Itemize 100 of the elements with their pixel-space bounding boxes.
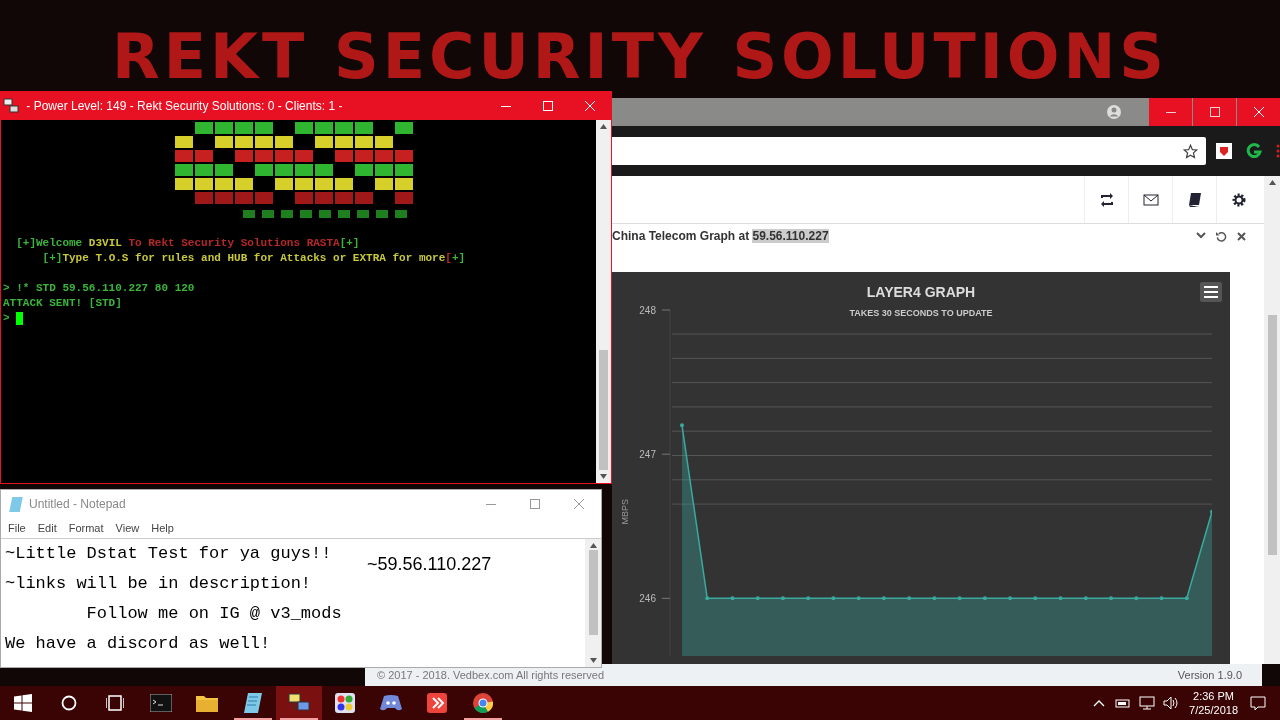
- app-grid-icon: [335, 693, 355, 713]
- y-tick: 247: [639, 449, 671, 461]
- data-point: [1083, 596, 1088, 601]
- y-tick: 248: [639, 305, 671, 316]
- close-icon: [585, 101, 595, 111]
- panel-title: China Telecom Graph at 59.56.110.227: [612, 228, 829, 245]
- data-point: [881, 596, 886, 601]
- y-tick: 246: [639, 593, 671, 605]
- clock-time: 2:36 PM: [1193, 689, 1234, 703]
- floating-text: ~59.56.110.227: [367, 553, 492, 576]
- refresh-icon[interactable]: [1216, 230, 1227, 242]
- data-point: [1159, 596, 1164, 601]
- scrollbar-thumb[interactable]: [588, 550, 598, 635]
- data-point: [831, 596, 836, 601]
- copyright-text: © 2017 - 2018. Vedbex.com All rights reserved: [377, 667, 604, 683]
- data-point: [957, 596, 962, 601]
- wallpaper-title: REKT SECURITY SOLUTIONS: [111, 22, 1169, 92]
- computers-icon: [288, 693, 310, 713]
- scroll-up-icon[interactable]: [589, 543, 597, 548]
- windows-logo-icon: [14, 694, 32, 712]
- data-point: [1134, 596, 1139, 601]
- volume-icon[interactable]: [1163, 696, 1180, 710]
- chart-menu-button[interactable]: [1200, 282, 1222, 302]
- data-point: [806, 596, 811, 601]
- bookmark-star-icon: [1183, 143, 1198, 159]
- data-point: [680, 423, 684, 428]
- console-text: [+]Welcome: [15, 236, 84, 251]
- scroll-down-icon[interactable]: [600, 474, 607, 479]
- close-icon: [574, 499, 584, 509]
- chart-title: LAYER4 GRAPH: [866, 283, 976, 302]
- mail-icon: [1142, 191, 1159, 208]
- caret-up-icon[interactable]: [1093, 699, 1106, 707]
- window-title: - Power Level: 149 - Rekt Security Solutions: 0 - Clients: 1 -: [25, 98, 344, 115]
- y-tick-label: 246: [639, 593, 657, 605]
- data-point: [1109, 596, 1114, 601]
- computers-icon: [3, 98, 19, 114]
- shield-extension-icon: [1216, 143, 1232, 159]
- terminal-icon: [150, 694, 172, 712]
- menu-icon: [1276, 144, 1280, 158]
- profile-icon: [1107, 105, 1121, 119]
- console-text: D3VIL: [88, 236, 123, 251]
- scrollbar-thumb[interactable]: [599, 350, 608, 470]
- data-point: [907, 596, 912, 601]
- task-view-icon: [106, 695, 124, 711]
- browser-icon: [473, 693, 493, 713]
- close-icon[interactable]: [1237, 231, 1246, 241]
- data-point: [780, 596, 785, 601]
- close-icon: [1253, 107, 1264, 117]
- menu-item[interactable]: Format: [68, 519, 104, 537]
- menu-item[interactable]: Help: [151, 519, 174, 537]
- console-text: > !* STD 59.56.110.227 80 120: [3, 281, 195, 296]
- network-icon[interactable]: [1139, 696, 1156, 710]
- grammar-extension-icon: [1246, 143, 1262, 159]
- data-point: [856, 596, 861, 601]
- console-text: To Rekt Security Solutions RASTA: [128, 236, 340, 251]
- scroll-up-icon[interactable]: [1268, 180, 1276, 185]
- search-icon: [61, 695, 77, 711]
- taskbar-button[interactable]: [276, 686, 322, 720]
- clock-date: 7/25/2018: [1189, 703, 1238, 717]
- data-point: [982, 596, 987, 601]
- remote-icon: [427, 693, 447, 713]
- notepad-icon: [9, 496, 23, 512]
- chevron-down-icon[interactable]: [1196, 232, 1206, 240]
- maximize-button[interactable]: [1193, 98, 1236, 126]
- text-line: We have a discord as well!: [5, 633, 271, 655]
- folder-icon: [196, 694, 218, 712]
- menu-item[interactable]: Edit: [37, 519, 57, 537]
- console-text: [: [445, 251, 452, 266]
- text-line: ~Little Dstat Test for ya guys!!: [5, 543, 332, 565]
- console-text: +]: [451, 251, 466, 266]
- menu-item[interactable]: View: [115, 519, 140, 537]
- y-tick-label: 248: [639, 305, 657, 316]
- console-text: [+]: [339, 236, 360, 251]
- window-title: Untitled - Notepad: [29, 496, 127, 513]
- battery-icon[interactable]: [1115, 697, 1132, 709]
- game-controller-icon: [380, 694, 402, 712]
- console-text: ATTACK SENT! [STD]: [3, 296, 122, 311]
- text-area[interactable]: ~Little Dstat Test for ya guys!! ~links will be in description! Follow me on IG @ v3_mods We have a discord as well! ~59.56.110.227: [1, 539, 585, 667]
- scroll-up-icon[interactable]: [600, 124, 607, 129]
- text-line: ~links will be in description!: [5, 573, 312, 595]
- book-icon: [1186, 191, 1203, 208]
- text-line: Follow me on IG @ v3_mods: [85, 603, 342, 625]
- console-text: Type T.O.S for rules and HUB for Attacks or EXTRA for more: [62, 251, 446, 266]
- y-tick-label: 247: [639, 449, 657, 461]
- notification-icon[interactable]: [1250, 695, 1266, 711]
- menu-item[interactable]: File: [8, 519, 26, 537]
- data-point: [1058, 596, 1063, 601]
- notepad-icon: [244, 693, 262, 713]
- axis-label: MBPS: [620, 499, 630, 525]
- version-text: Version 1.9.0: [1177, 667, 1242, 683]
- chart-subtitle: TAKES 30 SECONDS TO UPDATE: [849, 307, 993, 320]
- console-text: >: [3, 311, 11, 326]
- scrollbar-thumb[interactable]: [1267, 315, 1277, 555]
- data-point: [705, 596, 710, 601]
- settings-icon: [1230, 191, 1247, 208]
- data-point: [1008, 596, 1013, 601]
- data-point: [730, 596, 735, 601]
- repeat-icon: [1098, 191, 1115, 208]
- data-point: [755, 596, 760, 601]
- data-point: [1184, 596, 1189, 601]
